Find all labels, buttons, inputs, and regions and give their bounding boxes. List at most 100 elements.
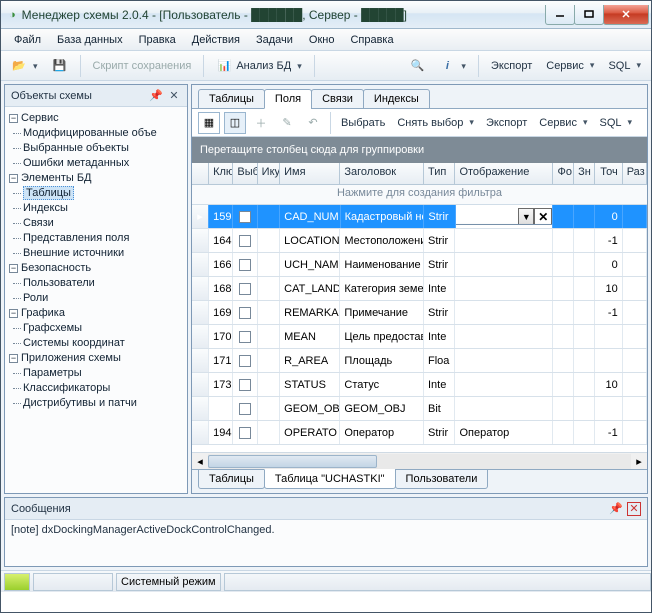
grid-h-scrollbar[interactable]: ◂ ▸ — [192, 452, 647, 469]
tree-group[interactable]: −Элементы БДТаблицыИндексыСвязиПредставл… — [9, 171, 185, 261]
tree-item[interactable]: Представления поля — [23, 231, 185, 246]
undo-icon[interactable]: ↶ — [302, 112, 324, 134]
select-button[interactable]: Выбрать — [337, 115, 389, 131]
checkbox[interactable] — [239, 331, 251, 343]
edit-icon[interactable]: ✎ — [276, 112, 298, 134]
grid-export-button[interactable]: Экспорт — [482, 115, 531, 131]
tree-item[interactable]: Системы координат — [23, 336, 185, 351]
save-button[interactable]: 💾 — [48, 56, 72, 76]
tree-group[interactable]: −ГрафикаГрафсхемыСистемы координат — [9, 306, 185, 351]
grid-sql-button[interactable]: SQL — [595, 115, 636, 131]
tree-item[interactable]: Ошибки метаданных — [23, 156, 185, 171]
table-row[interactable]: 194OPERATOОператорStrirОператор-1 — [192, 421, 647, 445]
checkbox[interactable] — [239, 283, 251, 295]
tree-item[interactable]: Дистрибутивы и патчи — [23, 396, 185, 411]
menu-db[interactable]: База данных — [50, 32, 130, 48]
checkbox[interactable] — [239, 235, 251, 247]
search-button[interactable]: 🔍 — [405, 56, 429, 76]
top-tab[interactable]: Связи — [311, 89, 364, 109]
filter-bar[interactable]: Нажмите для создания фильтра — [192, 185, 647, 205]
tree-group[interactable]: −БезопасностьПользователиРоли — [9, 261, 185, 306]
tree-item[interactable]: Таблицы — [23, 186, 185, 201]
top-tab[interactable]: Таблицы — [198, 89, 265, 109]
checkbox[interactable] — [239, 403, 251, 415]
dropdown-list[interactable]: ИмяНаличие оригиналаСост. документаТип д… — [456, 224, 553, 228]
col-toch[interactable]: Точ — [595, 163, 623, 184]
service-menu[interactable]: Сервис — [542, 58, 598, 74]
checkbox[interactable] — [239, 211, 251, 223]
table-row[interactable]: ▸159CAD_NUMКадастровый ноStrir▼✕ИмяНалич… — [192, 205, 647, 229]
msg-close-icon[interactable]: ✕ — [627, 502, 641, 516]
menu-help[interactable]: Справка — [343, 32, 400, 48]
pin-icon[interactable]: 📌 — [149, 89, 163, 103]
pane-close-icon[interactable]: ✕ — [167, 89, 181, 103]
top-tab[interactable]: Индексы — [363, 89, 430, 109]
msg-pin-icon[interactable]: 📌 — [609, 502, 623, 516]
add-icon[interactable]: ＋ — [250, 112, 272, 134]
analyze-db-button[interactable]: 📊Анализ БД — [212, 56, 305, 76]
object-tree[interactable]: −СервисМодифицированные объеВыбранные об… — [5, 107, 187, 493]
checkbox[interactable] — [239, 355, 251, 367]
col-fo[interactable]: Фо — [553, 163, 574, 184]
tree-item[interactable]: Классификаторы — [23, 381, 185, 396]
tree-item[interactable]: Графсхемы — [23, 321, 185, 336]
col-display[interactable]: Отображение — [455, 163, 553, 184]
menu-tasks[interactable]: Задачи — [249, 32, 300, 48]
menu-window[interactable]: Окно — [302, 32, 342, 48]
tree-item[interactable]: Роли — [23, 291, 185, 306]
col-iku[interactable]: Ику — [258, 163, 280, 184]
dropdown-item[interactable]: Имя — [456, 225, 553, 228]
tree-item[interactable]: Пользователи — [23, 276, 185, 291]
export-button[interactable]: Экспорт — [487, 58, 536, 74]
table-row[interactable]: GEOM_OBGEOM_OBJBit — [192, 397, 647, 421]
table-row[interactable]: 168CAT_LANDКатегория земелInte10 — [192, 277, 647, 301]
bottom-tab[interactable]: Таблица "UCHASTKI" — [264, 469, 396, 489]
sql-menu[interactable]: SQL — [604, 58, 645, 74]
tree-group[interactable]: −Приложения схемыПараметрыКлассификаторы… — [9, 351, 185, 411]
deselect-button[interactable]: Снять выбор — [393, 115, 478, 131]
bottom-tab[interactable]: Пользователи — [395, 469, 489, 489]
clear-button[interactable]: ✕ — [534, 208, 552, 226]
col-vyb[interactable]: Выб — [233, 163, 257, 184]
table-row[interactable]: 171R_AREAПлощадьFloa — [192, 349, 647, 373]
save-script-button[interactable]: Скрипт сохранения — [89, 58, 196, 74]
table-row[interactable]: 166UCH_NAMНаименованиеStrir0 — [192, 253, 647, 277]
tree-item[interactable]: Выбранные объекты — [23, 141, 185, 156]
menu-edit[interactable]: Правка — [132, 32, 183, 48]
group-box[interactable]: Перетащите столбец сюда для группировки — [192, 137, 647, 163]
tree-group[interactable]: −СервисМодифицированные объеВыбранные об… — [9, 111, 185, 171]
menu-file[interactable]: Файл — [7, 32, 48, 48]
table-row[interactable]: 169REMARKAПримечаниеStrir-1 — [192, 301, 647, 325]
checkbox[interactable] — [239, 259, 251, 271]
col-key[interactable]: Клю — [209, 163, 233, 184]
col-type[interactable]: Тип — [424, 163, 455, 184]
top-tab[interactable]: Поля — [264, 89, 312, 109]
view-cards-icon[interactable]: ◫ — [224, 112, 246, 134]
maximize-button[interactable] — [574, 5, 604, 25]
tree-item[interactable]: Модифицированные объе — [23, 126, 185, 141]
info-button[interactable]: i — [435, 56, 470, 76]
tree-item[interactable]: Внешние источники — [23, 246, 185, 261]
view-grid-icon[interactable]: ▦ — [198, 112, 220, 134]
table-row[interactable]: 170MEANЦель предоставInte — [192, 325, 647, 349]
tree-item[interactable]: Параметры — [23, 366, 185, 381]
col-raz[interactable]: Раз — [623, 163, 647, 184]
tree-item[interactable]: Индексы — [23, 201, 185, 216]
data-grid[interactable]: ▸159CAD_NUMКадастровый ноStrir▼✕ИмяНалич… — [192, 205, 647, 452]
menu-actions[interactable]: Действия — [185, 32, 247, 48]
checkbox[interactable] — [239, 307, 251, 319]
col-name[interactable]: Имя — [280, 163, 340, 184]
dropdown-toggle[interactable]: ▼ — [518, 208, 534, 226]
col-header[interactable]: Заголовок — [340, 163, 424, 184]
col-zn[interactable]: Зн — [574, 163, 595, 184]
titlebar[interactable]: ◑ Менеджер схемы 2.0.4 - [Пользователь -… — [1, 1, 651, 29]
tree-item[interactable]: Связи — [23, 216, 185, 231]
table-row[interactable]: 164LOCATIONМестоположениStrir-1 — [192, 229, 647, 253]
table-row[interactable]: 173STATUSСтатусInte10 — [192, 373, 647, 397]
checkbox[interactable] — [239, 427, 251, 439]
grid-service-button[interactable]: Сервис — [535, 115, 591, 131]
bottom-tab[interactable]: Таблицы — [198, 469, 265, 489]
close-button[interactable] — [603, 5, 649, 25]
open-button[interactable]: 📂 — [7, 56, 42, 76]
minimize-button[interactable] — [545, 5, 575, 25]
